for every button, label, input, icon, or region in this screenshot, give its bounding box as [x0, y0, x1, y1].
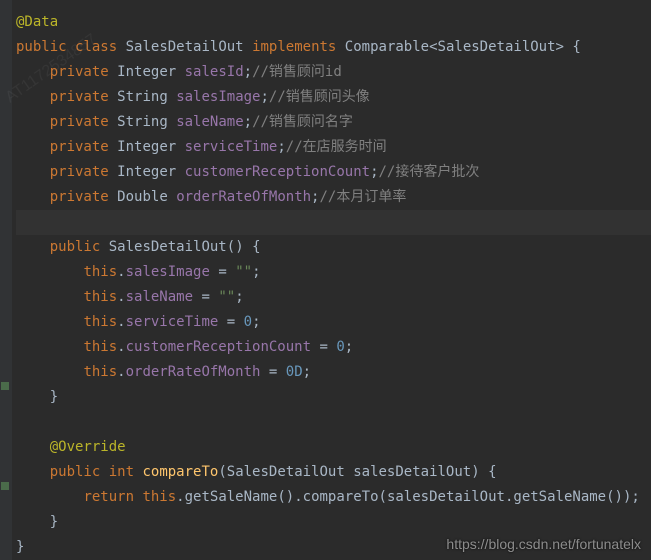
code-line: private String salesImage;//销售顾问头像 — [16, 85, 651, 110]
code-area[interactable]: @Datapublic class SalesDetailOut impleme… — [12, 0, 651, 560]
gutter-change-marker — [1, 382, 9, 390]
code-line: private Integer salesId;//销售顾问id — [16, 60, 651, 85]
code-line: this.salesImage = ""; — [16, 260, 651, 285]
code-line: this.customerReceptionCount = 0; — [16, 335, 651, 360]
code-line: private Integer customerReceptionCount;/… — [16, 160, 651, 185]
code-line: public int compareTo(SalesDetailOut sale… — [16, 460, 651, 485]
code-line: @Override — [16, 435, 651, 460]
code-line: private Double orderRateOfMonth;//本月订单率 — [16, 185, 651, 210]
code-line: private String saleName;//销售顾问名字 — [16, 110, 651, 135]
code-line: @Data — [16, 10, 651, 35]
code-line: } — [16, 510, 651, 535]
code-line: public class SalesDetailOut implements C… — [16, 35, 651, 60]
code-line: this.saleName = ""; — [16, 285, 651, 310]
code-editor[interactable]: @Datapublic class SalesDetailOut impleme… — [0, 0, 651, 560]
watermark: https://blog.csdn.net/fortunatelx — [446, 536, 641, 552]
code-line: return this.getSaleName().compareTo(sale… — [16, 485, 651, 510]
code-line-highlighted — [16, 210, 651, 235]
gutter — [0, 0, 12, 560]
code-line: this.serviceTime = 0; — [16, 310, 651, 335]
code-line: } — [16, 385, 651, 410]
code-line: public SalesDetailOut() { — [16, 235, 651, 260]
code-line: private Integer serviceTime;//在店服务时间 — [16, 135, 651, 160]
code-line: this.orderRateOfMonth = 0D; — [16, 360, 651, 385]
gutter-change-marker — [1, 482, 9, 490]
code-line — [16, 410, 651, 435]
